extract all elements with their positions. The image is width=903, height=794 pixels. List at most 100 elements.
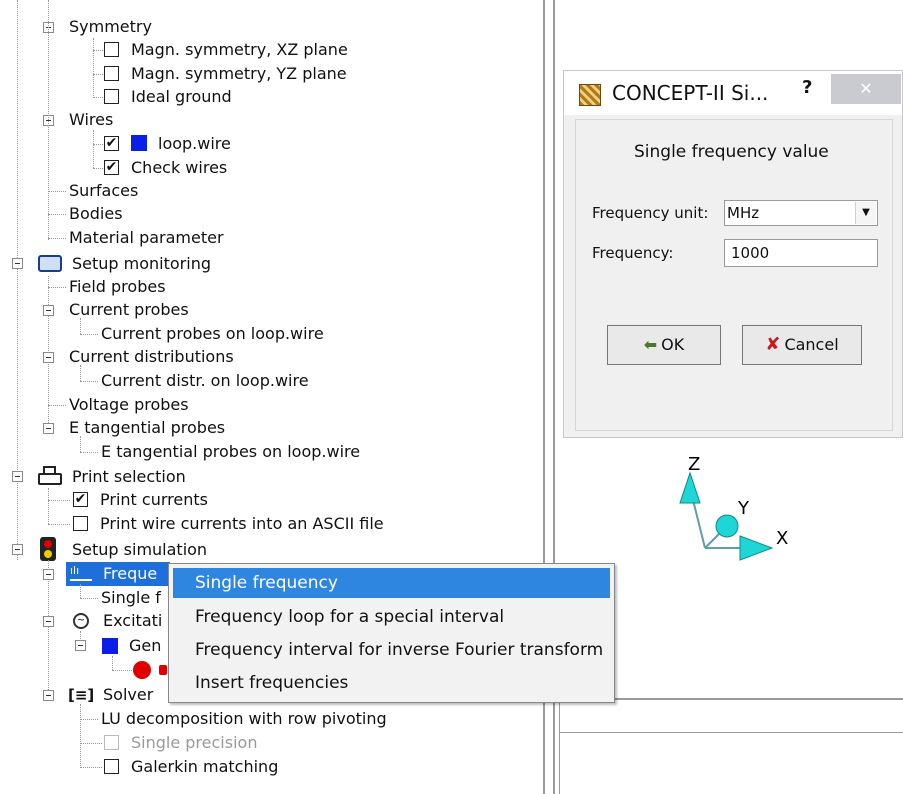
z-axis-label: Z bbox=[688, 454, 700, 475]
collapse-solver-toggle[interactable] bbox=[43, 690, 54, 701]
ideal-ground-checkbox[interactable] bbox=[104, 89, 119, 104]
tree-item-check-wires[interactable]: Check wires bbox=[131, 156, 227, 180]
tree-item-bodies[interactable]: Bodies bbox=[69, 202, 123, 226]
current-distributions-label: Current distributions bbox=[69, 347, 234, 366]
tree-item-print-wire-currents[interactable]: Print wire currents into an ASCII file bbox=[100, 512, 384, 536]
collapse-setup-monitoring-toggle[interactable] bbox=[12, 258, 23, 269]
wire-color-swatch bbox=[131, 135, 147, 151]
ok-button[interactable]: ⬅ OK bbox=[607, 325, 721, 365]
coordinate-axes-view[interactable]: Z Y X bbox=[660, 448, 800, 568]
print-wire-currents-checkbox[interactable] bbox=[73, 516, 88, 531]
tree-item-e-tangential-on-loop[interactable]: E tangential probes on loop.wire bbox=[101, 440, 360, 464]
y-axis-label: Y bbox=[737, 498, 750, 519]
tree-item-material-parameter[interactable]: Material parameter bbox=[69, 226, 224, 250]
collapse-current-distributions-toggle[interactable] bbox=[43, 352, 54, 363]
tree-item-loop-wire[interactable]: loop.wire bbox=[158, 132, 231, 156]
check-wires-label: Check wires bbox=[131, 158, 228, 177]
single-precision-checkbox[interactable] bbox=[104, 735, 119, 750]
tree-item-setup-monitoring[interactable]: Setup monitoring bbox=[72, 252, 211, 276]
dialog-titlebar[interactable]: CONCEPT-II Si... ? ✕ bbox=[564, 71, 902, 115]
tree-item-voltage-probes[interactable]: Voltage probes bbox=[69, 393, 189, 417]
cancel-button[interactable]: ✘ Cancel bbox=[742, 325, 862, 365]
chevron-down-icon[interactable]: ▼ bbox=[855, 202, 876, 224]
print-selection-label: Print selection bbox=[72, 467, 186, 486]
collapse-setup-simulation-toggle[interactable] bbox=[12, 544, 23, 555]
material-parameter-label: Material parameter bbox=[69, 228, 224, 247]
tree-item-single-frequency[interactable]: Single f bbox=[101, 586, 161, 610]
generator-color-swatch bbox=[102, 638, 118, 654]
tree-item-current-distributions[interactable]: Current distributions bbox=[69, 345, 234, 369]
menu-item-single-frequency[interactable]: Single frequency bbox=[173, 568, 610, 598]
collapse-excitation-toggle[interactable] bbox=[43, 616, 54, 627]
tree-item-print-currents[interactable]: Print currents bbox=[100, 488, 208, 512]
tree-item-frequency[interactable]: Freque bbox=[103, 562, 157, 586]
tree-item-galerkin-matching[interactable]: Galerkin matching bbox=[131, 755, 278, 779]
checkmark: ✔ bbox=[105, 159, 118, 175]
help-button[interactable]: ? bbox=[802, 77, 812, 98]
collapse-print-selection-toggle[interactable] bbox=[12, 471, 23, 482]
tree-item-setup-simulation[interactable]: Setup simulation bbox=[72, 538, 207, 562]
tree-item-excitation[interactable]: Excitati bbox=[103, 609, 162, 633]
tree-item-solver[interactable]: Solver bbox=[103, 683, 153, 707]
tree-item-current-probes[interactable]: Current probes bbox=[69, 298, 189, 322]
menu-item-frequency-loop[interactable]: Frequency loop for a special interval bbox=[173, 602, 610, 632]
voltage-probes-label: Voltage probes bbox=[69, 395, 189, 414]
menu-item-insert-frequencies[interactable]: Insert frequencies bbox=[173, 668, 610, 698]
ok-button-label: OK bbox=[661, 335, 685, 354]
collapse-current-probes-toggle[interactable] bbox=[43, 305, 54, 316]
frequency-input-value: 1000 bbox=[731, 244, 770, 262]
close-button[interactable]: ✕ bbox=[831, 74, 901, 104]
surfaces-label: Surfaces bbox=[69, 181, 139, 200]
tree-item-wires[interactable]: Wires bbox=[69, 108, 113, 132]
lu-decomposition-label: LU decomposition with row pivoting bbox=[101, 709, 387, 728]
ideal-ground-label: Ideal ground bbox=[131, 87, 232, 106]
tree-item-single-precision[interactable]: Single precision bbox=[131, 731, 257, 755]
tree-item-current-distr-on-loop[interactable]: Current distr. on loop.wire bbox=[101, 369, 309, 393]
e-tangential-probes-label: E tangential probes bbox=[69, 418, 226, 437]
tree-item-symmetry[interactable]: Symmetry bbox=[69, 15, 152, 39]
traffic-light-icon bbox=[40, 537, 56, 561]
single-frequency-label: Single f bbox=[101, 588, 161, 607]
tree-item-ideal-ground[interactable]: Ideal ground bbox=[131, 85, 232, 109]
checkmark: ✔ bbox=[74, 491, 87, 507]
setup-simulation-label: Setup simulation bbox=[72, 540, 208, 559]
bodies-label: Bodies bbox=[69, 204, 123, 223]
cancel-x-icon: ✘ bbox=[765, 334, 781, 355]
z-axis-arrow-icon bbox=[679, 471, 701, 504]
wires-label: Wires bbox=[69, 110, 114, 129]
x-axis-label: X bbox=[776, 528, 788, 549]
check-wires-checkbox[interactable]: ✔ bbox=[104, 160, 119, 175]
ok-arrow-icon: ⬅ bbox=[643, 335, 658, 354]
frequency-unit-select[interactable]: MHz ▼ bbox=[724, 200, 878, 226]
tree-item-generator[interactable]: Gen bbox=[129, 634, 161, 658]
dialog-title: CONCEPT-II Si... bbox=[612, 81, 769, 105]
frequency-input[interactable]: 1000 bbox=[724, 239, 878, 267]
print-currents-checkbox[interactable]: ✔ bbox=[73, 492, 88, 507]
frequency-label: Frequency: bbox=[592, 244, 674, 262]
menu-item-frequency-interval[interactable]: Frequency interval for inverse Fourier t… bbox=[173, 635, 610, 665]
printer-icon bbox=[38, 466, 62, 486]
e-tangential-on-loop-label: E tangential probes on loop.wire bbox=[101, 442, 361, 461]
tree-item-print-selection[interactable]: Print selection bbox=[72, 465, 186, 489]
collapse-e-tangential-toggle[interactable] bbox=[43, 423, 54, 434]
galerkin-matching-checkbox[interactable] bbox=[104, 759, 119, 774]
collapse-frequency-toggle[interactable] bbox=[43, 569, 54, 580]
current-probes-on-loop-label: Current probes on loop.wire bbox=[101, 324, 324, 343]
collapse-generator-toggle[interactable] bbox=[75, 640, 86, 651]
tree-item-current-probes-on-loop[interactable]: Current probes on loop.wire bbox=[101, 322, 324, 346]
loop-wire-checkbox[interactable]: ✔ bbox=[104, 136, 119, 151]
tree-item-lu-decomposition[interactable]: LU decomposition with row pivoting bbox=[101, 707, 387, 731]
current-distr-on-loop-label: Current distr. on loop.wire bbox=[101, 371, 309, 390]
tree-item-magn-yz[interactable]: Magn. symmetry, YZ plane bbox=[131, 62, 347, 86]
frequency-icon: ılı bbox=[70, 565, 92, 581]
tree-item-magn-xz[interactable]: Magn. symmetry, XZ plane bbox=[131, 38, 348, 62]
tree-item-e-tangential-probes[interactable]: E tangential probes bbox=[69, 416, 225, 440]
magn-xz-checkbox[interactable] bbox=[104, 42, 119, 57]
app-icon bbox=[579, 84, 601, 106]
tree-item-surfaces[interactable]: Surfaces bbox=[69, 179, 138, 203]
checkmark: ✔ bbox=[105, 135, 118, 151]
excitation-icon: ~ bbox=[73, 613, 89, 629]
tree-item-field-probes[interactable]: Field probes bbox=[69, 275, 166, 299]
magn-yz-checkbox[interactable] bbox=[104, 66, 119, 81]
frequency-label: Freque bbox=[103, 564, 158, 583]
